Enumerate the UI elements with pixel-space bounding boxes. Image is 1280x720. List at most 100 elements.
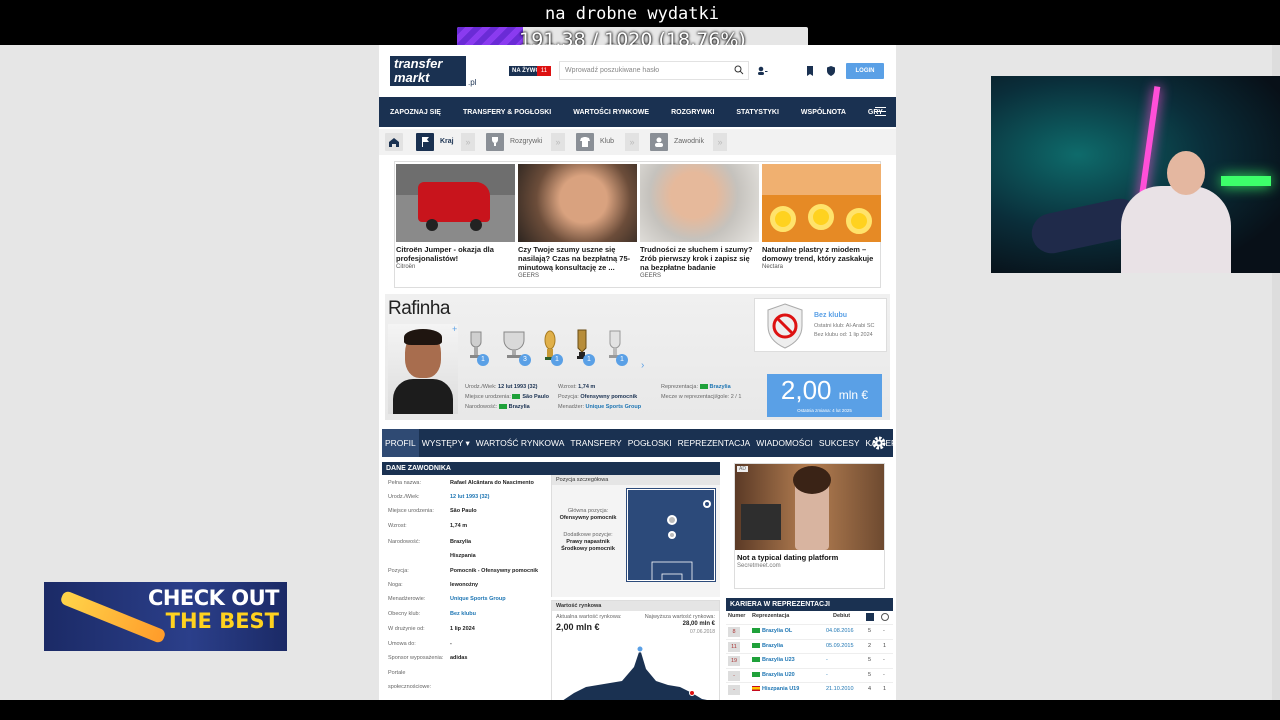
- promo-banner[interactable]: CHECK OUT THE BEST: [44, 582, 287, 651]
- player-info-col-1: Urodz./Wiek: 12 lut 1993 (32) Miejsce ur…: [465, 382, 549, 412]
- table-row[interactable]: 19 Brazylia U23 - 5 -: [726, 653, 893, 667]
- country-button[interactable]: [416, 133, 434, 151]
- search-input[interactable]: Wprowadź poszukiwane hasło: [559, 61, 749, 80]
- login-button[interactable]: LOGIN: [846, 63, 884, 79]
- tab-news[interactable]: WIADOMOŚCI: [753, 438, 816, 448]
- trophy-icon[interactable]: 1: [604, 328, 628, 366]
- nav-item-statistics[interactable]: STATYSTYKI: [725, 109, 790, 116]
- ad-card[interactable]: Citroën Jumper - okazja dla profesjonali…: [396, 164, 515, 270]
- breadcrumb-country[interactable]: Kraj: [440, 138, 454, 145]
- breadcrumb-competitions[interactable]: Rozgrywki: [510, 138, 542, 145]
- data-value[interactable]: Bez klubu: [450, 611, 476, 617]
- team-name[interactable]: Brazylia U20: [752, 672, 795, 678]
- team-name[interactable]: Brazylia: [752, 643, 783, 649]
- data-label: Narodowość:: [388, 539, 421, 545]
- shirt-number: 19: [728, 656, 740, 666]
- tab-national-team[interactable]: REPREZENTACJA: [675, 438, 754, 448]
- debut-date[interactable]: 05.09.2015: [826, 643, 854, 649]
- trophy-icon[interactable]: 1: [571, 328, 595, 366]
- team-name[interactable]: Brazylia U23: [752, 657, 795, 663]
- nav-item-competitions[interactable]: ROZGRYWKI: [660, 109, 725, 116]
- data-value[interactable]: 12 lut 1993 (32): [450, 494, 489, 500]
- search-icon[interactable]: [734, 65, 744, 75]
- breadcrumb-player[interactable]: Zawodnik: [674, 138, 704, 145]
- trophy-icon[interactable]: 1: [539, 328, 563, 366]
- info-birth[interactable]: 12 lut 1993 (32): [498, 384, 537, 390]
- site-logo[interactable]: transfer markt: [390, 56, 466, 86]
- ad-card[interactable]: Naturalne plastry z miodem – domowy tren…: [762, 164, 881, 270]
- table-row[interactable]: - Brazylia U20 - 5 -: [726, 667, 893, 682]
- breadcrumb-club[interactable]: Klub: [600, 138, 614, 145]
- club-box[interactable]: Bez klubu Ostatni klub: Al-Arabi SC Bez …: [754, 298, 887, 352]
- player-data-row: Urodz./Wiek: 12 lut 1993 (32): [388, 494, 550, 500]
- info-caps[interactable]: 2 / 1: [731, 394, 742, 400]
- debut-date[interactable]: -: [826, 657, 828, 663]
- player-data-section: DANE ZAWODNIKA Pełna nazwa: Rafael Alcânt…: [382, 462, 720, 700]
- data-value: lewonożny: [450, 582, 479, 588]
- tab-market-value[interactable]: WARTOŚĆ RYNKOWA: [473, 438, 568, 448]
- section-title: DANE ZAWODNIKA: [382, 462, 720, 475]
- table-row[interactable]: 11 Brazylia 05.09.2015 2 1: [726, 638, 893, 653]
- add-watchlist-icon[interactable]: +: [452, 324, 457, 334]
- bookmark-icon[interactable]: [804, 65, 816, 77]
- nav-item-community[interactable]: WSPÓLNOTA: [790, 109, 857, 116]
- streamer-body: [1121, 186, 1231, 273]
- data-value[interactable]: Unique Sports Group: [450, 596, 506, 602]
- shirt-number: 11: [728, 641, 740, 652]
- data-label: Obecny klub:: [388, 611, 421, 617]
- main-position-value: Ofensywny pomocnik: [559, 515, 617, 521]
- position-pitch: [626, 488, 716, 583]
- trophy-icon[interactable]: 3: [499, 328, 531, 366]
- nav-item-transfers[interactable]: TRANSFERY & POGŁOSKI: [452, 109, 562, 116]
- ad-card[interactable]: Trudności ze słuchem i szumy? Zrób pierw…: [640, 164, 759, 279]
- info-national-team[interactable]: Brazylia: [710, 384, 731, 390]
- home-button[interactable]: [385, 133, 403, 151]
- market-value-box[interactable]: 2,00 mln € Ostatnia zmiana: 4 lut 2025: [767, 374, 882, 417]
- menu-hamburger-icon[interactable]: [875, 107, 886, 116]
- market-value-chart: [563, 645, 707, 700]
- breadcrumb: Kraj » Rozgrywki » Klub » Zawodnik »: [379, 129, 896, 155]
- trophy-icon: [492, 137, 498, 146]
- ad-source: Nectara: [762, 264, 784, 270]
- player-button[interactable]: [650, 133, 668, 151]
- dating-ad[interactable]: AD Not a typical dating platform Secretm…: [734, 463, 885, 589]
- tab-rumours[interactable]: POGŁOSKI: [625, 438, 675, 448]
- nav-item-market-values[interactable]: WARTOŚCI RYNKOWE: [562, 109, 660, 116]
- player-data-row: Noga: lewonożny: [388, 582, 550, 588]
- col-team: Reprezentacja: [752, 613, 790, 619]
- club-button[interactable]: [576, 133, 594, 151]
- matches-count: 4: [868, 686, 872, 692]
- table-row[interactable]: 8 Brazylia OL 04.08.2016 5 -: [726, 624, 893, 638]
- trophy-icon[interactable]: 1: [465, 328, 489, 366]
- chevron-right-icon[interactable]: ›: [641, 360, 644, 371]
- debut-date[interactable]: 04.08.2016: [826, 628, 854, 634]
- debut-date[interactable]: 21.10.2010: [826, 686, 854, 692]
- tab-transfers[interactable]: TRANSFERY: [567, 438, 624, 448]
- mv-current-value: 2,00 mln €: [556, 622, 600, 632]
- data-label: społecznościowe:: [388, 684, 432, 690]
- table-row[interactable]: - Hiszpania U19 21.10.2010 4 1: [726, 682, 893, 696]
- team-name[interactable]: Brazylia OL: [752, 628, 792, 634]
- ad-source: Secretmeet.com: [737, 563, 781, 569]
- nav-item-intro[interactable]: ZAPOZNAJ SIĘ: [379, 109, 452, 116]
- player-data-row: społecznościowe:: [388, 684, 550, 690]
- gear-icon[interactable]: [871, 435, 887, 451]
- shield-icon[interactable]: [825, 65, 837, 77]
- ad-title: Czy Twoje szumy uszne się nasilają? Czas…: [518, 245, 631, 272]
- debut-date[interactable]: -: [826, 672, 828, 678]
- club-name[interactable]: Bez klubu: [814, 312, 847, 319]
- team-name[interactable]: Hiszpania U19: [752, 686, 799, 692]
- tab-profile[interactable]: PROFIL: [382, 429, 419, 457]
- competitions-button[interactable]: [486, 133, 504, 151]
- user-search-icon[interactable]: [756, 65, 768, 77]
- data-label: Menadżerowie:: [388, 596, 426, 602]
- player-photo: [388, 324, 458, 414]
- info-agent[interactable]: Unique Sports Group: [586, 404, 642, 410]
- data-value: 1,74 m: [450, 523, 468, 529]
- ad-title: Trudności ze słuchem i szumy? Zrób pierw…: [640, 245, 753, 272]
- ad-card[interactable]: Czy Twoje szumy uszne się nasilają? Czas…: [518, 164, 637, 279]
- last-club[interactable]: Ostatni klub: Al-Arabi SC: [814, 323, 875, 329]
- tab-performance[interactable]: WYSTĘPY ▾: [419, 438, 473, 449]
- flag-icon: [422, 137, 429, 147]
- tab-achievements[interactable]: SUKCESY: [816, 438, 863, 448]
